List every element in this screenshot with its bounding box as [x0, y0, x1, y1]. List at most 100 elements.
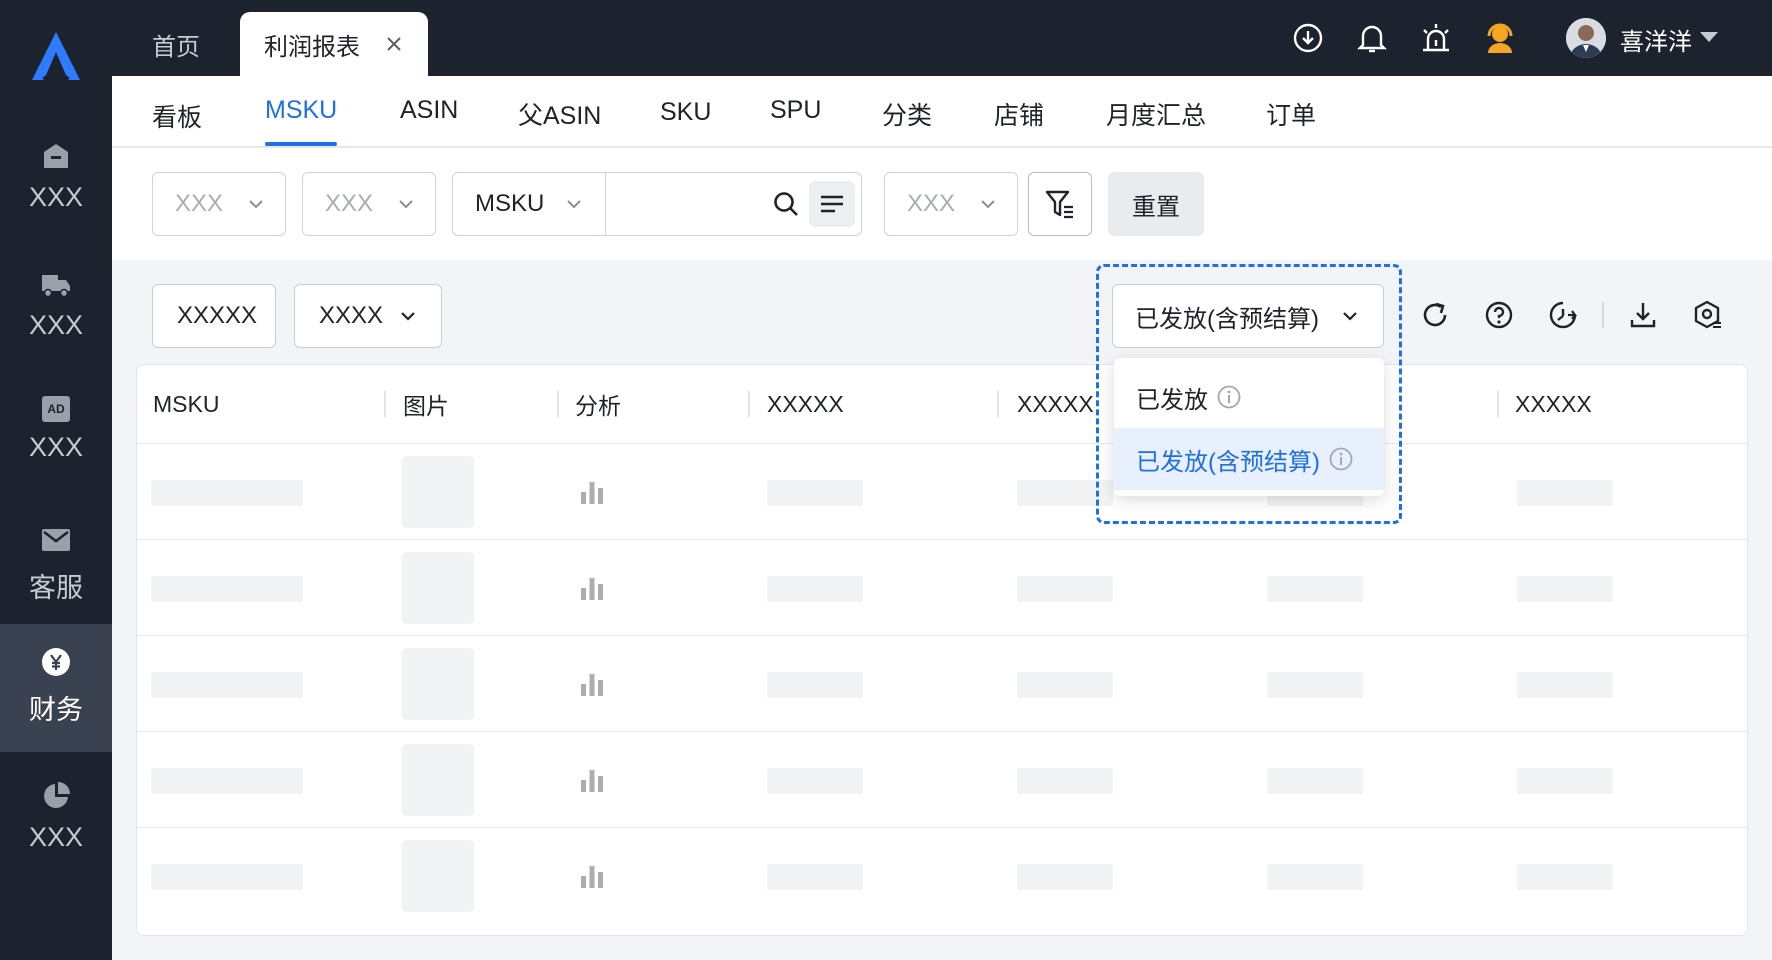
loading-placeholder [767, 576, 863, 602]
customer-service-icon[interactable] [1482, 20, 1518, 56]
column-divider [1497, 391, 1499, 417]
sub-navigation: 看板 MSKU ASIN 父ASIN SKU SPU 分类 店铺 月度汇总 订单 [112, 76, 1772, 148]
sidebar-item-label: XXX [28, 822, 84, 852]
column-header-6[interactable]: XXXXX [1515, 365, 1592, 443]
loading-placeholder [151, 576, 303, 602]
subtab-spu[interactable]: SPU [770, 96, 821, 125]
sidebar-item-5[interactable]: 财务 [0, 624, 112, 752]
help-icon[interactable] [1482, 298, 1516, 332]
loading-placeholder [151, 480, 303, 506]
close-icon[interactable] [380, 30, 408, 58]
bell-icon[interactable] [1354, 20, 1390, 56]
bar-chart-icon[interactable] [577, 668, 607, 698]
sidebar-item-4[interactable]: 客服 [0, 502, 112, 630]
table-row[interactable] [137, 731, 1747, 827]
select-value: MSKU [475, 190, 545, 217]
column-header-image[interactable]: 图片 [403, 365, 449, 443]
loading-placeholder [1517, 768, 1613, 794]
chevron-down-icon [249, 200, 263, 209]
toolbar-divider [1602, 302, 1604, 328]
settlement-status-menu: 已发放 已发放(含预结算) [1114, 358, 1384, 496]
tab-home[interactable]: 首页 [152, 12, 200, 76]
table-row[interactable] [137, 443, 1747, 539]
sidebar-item-1[interactable]: XXX [0, 118, 112, 246]
list-icon [821, 195, 843, 213]
app-logo-icon[interactable] [26, 28, 86, 84]
subtab-underline [265, 142, 337, 146]
ad-icon-text: AD [47, 402, 65, 416]
subtab-monthly-summary[interactable]: 月度汇总 [1106, 96, 1206, 132]
image-placeholder [402, 648, 474, 720]
option-issued[interactable]: 已发放 [1114, 366, 1384, 428]
info-icon[interactable] [1216, 384, 1242, 410]
subtab-msku[interactable]: MSKU [265, 96, 337, 125]
loading-placeholder [1267, 864, 1363, 890]
column-header-analysis[interactable]: 分析 [575, 365, 621, 443]
loading-placeholder [767, 864, 863, 890]
sidebar-item-6[interactable]: XXX [0, 758, 112, 886]
bar-chart-icon[interactable] [577, 572, 607, 602]
subtab-parent-asin[interactable]: 父ASIN [518, 96, 601, 132]
search-icon[interactable] [771, 189, 801, 219]
mail-icon [40, 524, 72, 556]
filter-select-3[interactable]: XXX [884, 172, 1018, 236]
subtab-store[interactable]: 店铺 [994, 96, 1044, 132]
settlement-status-select[interactable]: 已发放(含预结算) [1112, 284, 1384, 348]
bar-chart-icon[interactable] [577, 860, 607, 890]
ad-icon: AD [42, 396, 70, 422]
chevron-down-icon[interactable] [1698, 30, 1720, 44]
sidebar-item-label: XXX [28, 182, 84, 212]
search-field-select[interactable]: MSKU [453, 173, 606, 235]
loading-placeholder [1517, 576, 1613, 602]
filter-select-1[interactable]: XXX [152, 172, 286, 236]
column-header-msku[interactable]: MSKU [153, 365, 219, 443]
chevron-down-icon [1343, 312, 1357, 321]
column-divider [557, 391, 559, 417]
option-issued-with-pre-settlement[interactable]: 已发放(含预结算) [1114, 428, 1384, 490]
batch-search-button[interactable] [809, 181, 855, 227]
loading-placeholder [151, 768, 303, 794]
subtab-sku[interactable]: SKU [660, 98, 711, 127]
username[interactable]: 喜洋洋 [1620, 22, 1692, 57]
bar-chart-icon[interactable] [577, 476, 607, 506]
sidebar-item-2[interactable]: XXX [0, 246, 112, 374]
download-icon[interactable] [1626, 298, 1660, 332]
subtab-category[interactable]: 分类 [882, 96, 932, 132]
sidebar-item-label: 客服 [29, 573, 83, 603]
select-value: XXX [175, 190, 224, 217]
loading-placeholder [1017, 576, 1113, 602]
avatar[interactable] [1566, 18, 1606, 58]
table-row[interactable] [137, 827, 1747, 923]
loading-placeholder [1267, 672, 1363, 698]
table-row[interactable] [137, 539, 1747, 635]
filter-select-2[interactable]: XXX [302, 172, 436, 236]
subtab-dashboard[interactable]: 看板 [152, 98, 202, 134]
column-header-5[interactable]: XXXXX [1017, 365, 1094, 443]
sidebar-item-3[interactable]: AD XXX [0, 374, 112, 502]
subtab-orders[interactable]: 订单 [1266, 96, 1316, 132]
bar-chart-icon[interactable] [577, 764, 607, 794]
refresh-icon[interactable] [1418, 298, 1452, 332]
button-label: XXXX [319, 302, 384, 329]
search-input[interactable] [607, 173, 757, 235]
subtab-asin[interactable]: ASIN [400, 96, 458, 125]
loading-placeholder [151, 672, 303, 698]
column-header-4[interactable]: XXXXX [767, 365, 844, 443]
alarm-icon[interactable] [1418, 20, 1454, 56]
download-circle-icon[interactable] [1290, 20, 1326, 56]
loading-placeholder [767, 768, 863, 794]
reset-button[interactable]: 重置 [1108, 172, 1204, 236]
chevron-down-icon [399, 200, 413, 209]
action-dropdown-button[interactable]: XXXX [294, 284, 442, 348]
loading-placeholder [1517, 480, 1613, 506]
action-button-1[interactable]: XXXXX [152, 284, 276, 348]
tab-profit-report[interactable]: 利润报表 [240, 12, 428, 76]
table-row[interactable] [137, 635, 1747, 731]
loading-placeholder [151, 864, 303, 890]
info-icon[interactable] [1328, 446, 1354, 472]
tab-label: 利润报表 [264, 33, 360, 61]
column-settings-icon[interactable] [1690, 298, 1724, 332]
advanced-filter-button[interactable] [1028, 172, 1092, 236]
loading-placeholder [767, 480, 863, 506]
history-icon[interactable] [1546, 298, 1580, 332]
